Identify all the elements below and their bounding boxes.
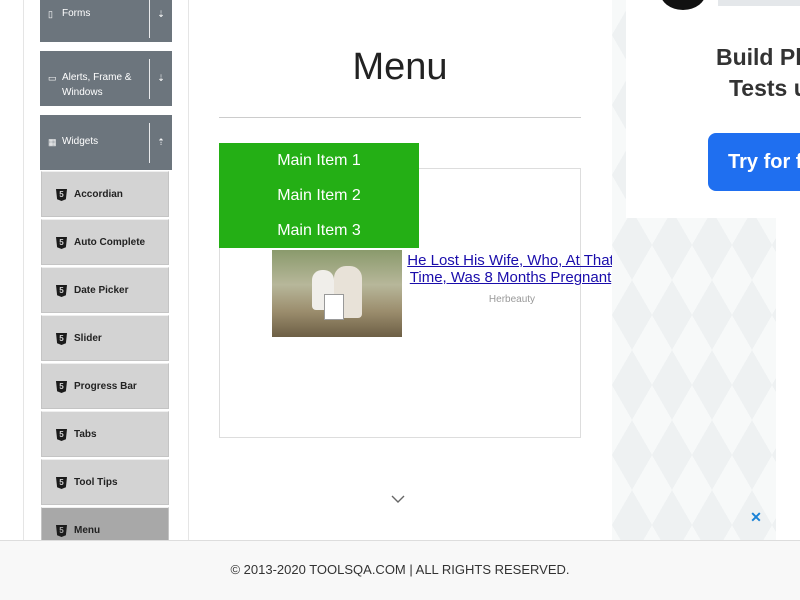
- footer: © 2013-2020 TOOLSQA.COM | ALL RIGHTS RES…: [0, 540, 800, 600]
- group-label: Widgets: [62, 136, 99, 147]
- html5-icon: 5: [56, 285, 67, 297]
- html5-icon: 5: [56, 525, 67, 537]
- ad-image-frame: [324, 294, 344, 320]
- sidebar-item-label: Date Picker: [74, 285, 129, 296]
- sidebar-item-date-picker[interactable]: 5 Date Picker: [41, 267, 169, 313]
- title-divider: [219, 117, 581, 118]
- ad-cta-button[interactable]: Try for fre: [708, 133, 800, 191]
- window-icon: ▭: [48, 73, 57, 83]
- ad-headline-link[interactable]: He Lost His Wife, Who, At That Time, Was…: [403, 252, 618, 286]
- page-title: Menu: [352, 46, 448, 88]
- group-forms[interactable]: ▯ Forms ⇣: [40, 0, 172, 42]
- chevron-down-icon[interactable]: ⇣: [154, 73, 168, 83]
- ad-image[interactable]: [272, 250, 402, 337]
- html5-icon: 5: [56, 189, 67, 201]
- ad-logo: [660, 0, 706, 10]
- sidebar-item-slider[interactable]: 5 Slider: [41, 315, 169, 361]
- sidebar-item-tool-tips[interactable]: 5 Tool Tips: [41, 459, 169, 505]
- html5-icon: 5: [56, 333, 67, 345]
- sidebar-item-label: Tool Tips: [74, 477, 118, 488]
- html5-icon: 5: [56, 237, 67, 249]
- ad-logo-text: [718, 0, 800, 6]
- ad-card[interactable]: Build Playwr Tests usin Try for fre: [626, 0, 800, 218]
- group-alerts-frame-windows[interactable]: ▭ Alerts, Frame & Windows ⇣: [40, 51, 172, 106]
- sidebar-item-label: Auto Complete: [74, 237, 146, 248]
- chevron-down-icon[interactable]: ⇣: [154, 9, 168, 19]
- sidebar-item-progress-bar[interactable]: 5 Progress Bar: [41, 363, 169, 409]
- sidebar-item-label: Progress Bar: [74, 381, 137, 392]
- group-divider: [149, 123, 150, 163]
- group-divider: [149, 59, 150, 99]
- sidebar-item-label: Accordian: [74, 189, 123, 200]
- close-icon[interactable]: ✕: [749, 510, 763, 524]
- sidebar-item-label: Slider: [74, 333, 102, 344]
- group-divider: [149, 0, 150, 38]
- ad-source: Herbeauty: [488, 294, 536, 305]
- sidebar-item-label: Menu: [74, 525, 101, 536]
- html5-icon: 5: [56, 429, 67, 441]
- html5-icon: 5: [56, 477, 67, 489]
- sidebar-item-label: Tabs: [74, 429, 97, 440]
- chevron-down-icon[interactable]: [391, 494, 405, 504]
- menu-main-item-2[interactable]: Main Item 2: [219, 178, 419, 213]
- sidebar-item-auto-complete[interactable]: 5 Auto Complete: [41, 219, 169, 265]
- sidebar-item-tabs[interactable]: 5 Tabs: [41, 411, 169, 457]
- right-advertisement[interactable]: Build Playwr Tests usin Try for fre: [612, 0, 800, 540]
- menu-main-item-3[interactable]: Main Item 3: [219, 213, 419, 248]
- html5-icon: 5: [56, 381, 67, 393]
- grid-icon: ▦: [48, 137, 57, 147]
- sidebar-item-accordian[interactable]: 5 Accordian: [41, 171, 169, 217]
- menu-main-item-1[interactable]: Main Item 1: [219, 143, 419, 178]
- group-label: Forms: [62, 8, 91, 19]
- menu-bar: Main Item 1 Main Item 2 Main Item 3: [219, 143, 419, 248]
- chevron-up-icon[interactable]: ⇡: [154, 137, 168, 147]
- ad-heading: Build Playwr Tests usin: [715, 44, 800, 101]
- group-widgets[interactable]: ▦ Widgets ⇡: [40, 115, 172, 170]
- document-icon: ▯: [48, 9, 53, 19]
- group-label: Alerts, Frame & Windows: [62, 72, 132, 98]
